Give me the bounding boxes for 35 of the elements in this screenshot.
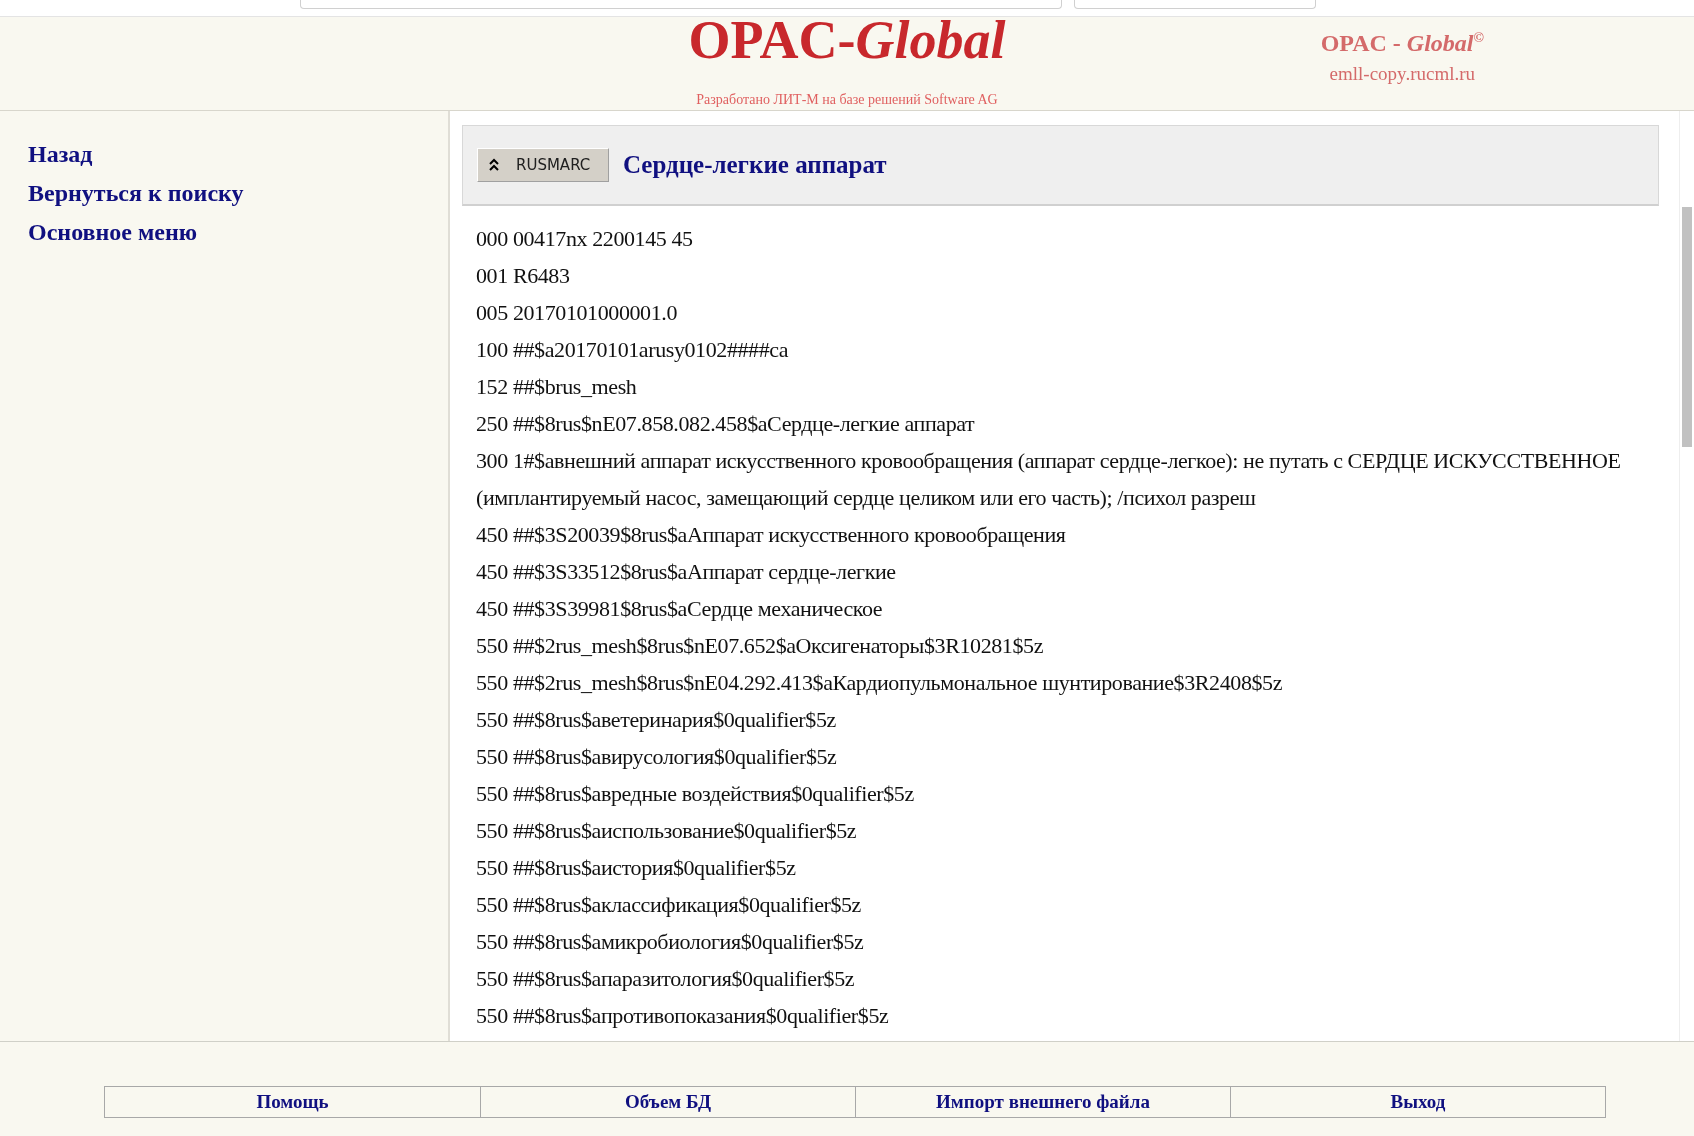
marc-field-line: 000 00417nx 2200145 45: [476, 225, 694, 253]
footer-link[interactable]: Импорт внешнего файла: [855, 1087, 1230, 1117]
logo: OPAC-Global: [688, 10, 1006, 70]
marc-field-line: 005 20170101000001.0: [476, 299, 678, 327]
marc-field-line: 550 ##$8rus$aмикробиология$0qualifier$5z: [476, 928, 865, 956]
domain-text: emll-copy.rucml.ru: [1329, 63, 1476, 85]
footer-link[interactable]: Выход: [1230, 1087, 1605, 1117]
footer-link[interactable]: Помощь: [105, 1087, 480, 1117]
marc-field-line: 450 ##$3S20039$8rus$aАппарат искусственного кровообращения: [476, 521, 1067, 549]
marc-field-line: 550 ##$8rus$aвирусология$0qualifier$5z: [476, 743, 838, 771]
nav-link[interactable]: Основное меню: [28, 219, 198, 246]
marc-field-line: 550 ##$8rus$aклассификация$0qualifier$5z: [476, 891, 862, 919]
marc-field-line: 550 ##$8rus$aпротивопоказания$0qualifier$5z: [476, 1002, 890, 1030]
double-chevron-up-icon: [488, 158, 500, 172]
record-title: Сердце-легкие аппарат: [623, 151, 887, 179]
marc-field-line: 152 ##$brus_mesh: [476, 373, 638, 401]
nav-link[interactable]: Вернуться к поиску: [28, 180, 244, 207]
marc-field-line: 550 ##$8rus$aвредные воздействия$0qualifier$5z: [476, 780, 915, 808]
marc-field-line: 550 ##$8rus$aиспользование$0qualifier$5z: [476, 817, 858, 845]
nav-link[interactable]: Назад: [28, 141, 93, 168]
marc-field-line: 001 R6483: [476, 262, 571, 290]
marc-field-line: 550 ##$8rus$aветеринария$0qualifier$5z: [476, 706, 837, 734]
marc-field-line: 550 ##$8rus$aистория$0qualifier$5z: [476, 854, 797, 882]
marc-field-line: 300 1#$авнешний аппарат искусственного кровообращения (аппарат сердце-легкое): не путать с СЕРДЦЕ ИСКУССТВЕННОЕ (имплантируемый насос, замещающий сердце целиком или его часть); /психол разреш: [476, 447, 1622, 512]
brand-name: OPAC - Global$^{©}$: [1320, 30, 1484, 57]
marc-field-line: 550 ##$2rus_mesh$8rus$nE07.652$aОксигенаторы$3R10281$5z: [476, 632, 1044, 660]
marc-field-line: 250 ##$8rus$nE07.858.082.458$aСердце-легкие аппарат: [476, 410, 976, 438]
marc-field-line: 450 ##$3S33512$8rus$aАппарат сердце-легкие: [476, 558, 897, 586]
marc-field-line: 100 ##$a20170101arusy0102####ca: [476, 336, 790, 364]
marc-field-line: 550 ##$8rus$aпаразитология$0qualifier$5z: [476, 965, 856, 993]
marc-field-line: 450 ##$3S39981$8rus$aСердце механическое: [476, 595, 884, 623]
rusmarc-button[interactable]: RUSMARC: [477, 148, 609, 182]
subtitle: Разработано ЛИТ-М на базе решений Software AG: [695, 92, 999, 108]
footer-link[interactable]: Объем БД: [480, 1087, 855, 1117]
marc-field-line: 550 ##$2rus_mesh$8rus$nE04.292.413$aКардиопульмональное шунтирование$3R2408$5z: [476, 669, 1284, 697]
